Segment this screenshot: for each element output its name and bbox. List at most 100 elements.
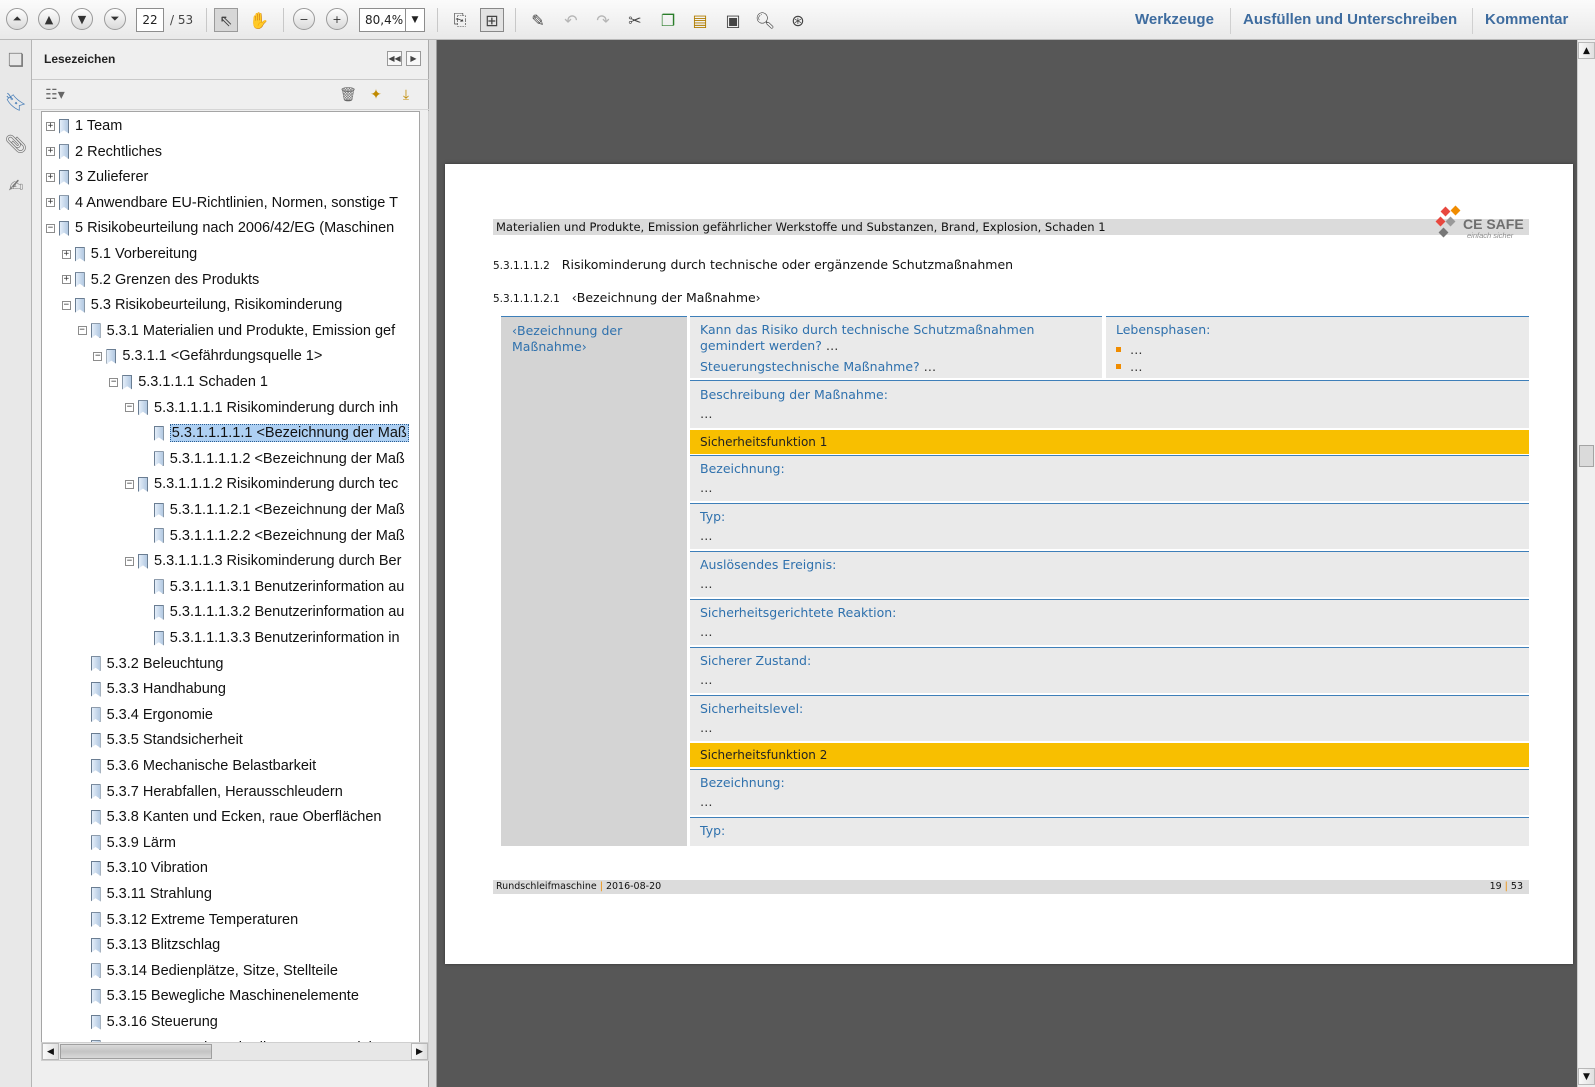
bookmark-item[interactable]: 5.3.16 Steuerung	[78, 1010, 218, 1034]
select-tool-icon[interactable]: ⇖	[214, 8, 238, 32]
bookmark-item[interactable]: +4 Anwendbare EU-Richtlinien, Normen, so…	[46, 191, 398, 215]
collapse-icon[interactable]: −	[61, 300, 71, 310]
fill-sign-button[interactable]: Ausfüllen und Unterschreiben	[1243, 11, 1457, 28]
bookmark-item[interactable]: +3 Zulieferer	[46, 165, 148, 189]
measure-name-field[interactable]: ‹Bezeichnung der Maßnahme›	[512, 323, 672, 355]
find-binoculars-icon[interactable]: ⊛	[786, 8, 810, 32]
expand-icon[interactable]: +	[61, 249, 71, 259]
bookmark-item[interactable]: − 5 Risikobeurteilung nach 2006/42/EG (Ma…	[46, 216, 394, 240]
lifecycle-phase-item[interactable]: …	[1116, 342, 1143, 357]
bookmark-item[interactable]: 5.3.3 Handhabung	[78, 677, 226, 701]
last-page-icon[interactable]: ⏷	[104, 8, 126, 30]
bookmark-item[interactable]: 5.3.15 Bewegliche Maschinenelemente	[78, 984, 359, 1008]
fit-page-icon[interactable]: ⊞	[480, 8, 504, 32]
bookmarks-horizontal-scrollbar[interactable]: ◀ ▶	[41, 1042, 429, 1061]
sf1-trigger-value[interactable]: …	[700, 576, 713, 591]
pane-splitter[interactable]	[429, 40, 437, 1087]
hand-tool-icon[interactable]: ✋	[247, 8, 271, 32]
scrollbar-thumb[interactable]	[60, 1044, 212, 1059]
bookmark-item[interactable]: 5.3.14 Bedienplätze, Sitze, Stellteile	[78, 959, 338, 983]
expand-icon[interactable]: +	[46, 172, 55, 182]
sf1-designation-value[interactable]: …	[700, 480, 713, 495]
paste-icon[interactable]: ▤	[688, 8, 712, 32]
expand-icon[interactable]: +	[46, 121, 55, 131]
zoom-input[interactable]: 80,4%	[359, 8, 406, 32]
scroll-right-icon[interactable]: ▶	[411, 1043, 428, 1060]
comment-button[interactable]: Kommentar	[1485, 11, 1568, 28]
bookmark-item[interactable]: 5.3.13 Blitzschlag	[78, 933, 220, 957]
bookmark-item[interactable]: 5.3.1.1.1.3.2 Benutzerinformation au	[141, 600, 404, 624]
bookmark-item[interactable]: 5.3.7 Herabfallen, Herausschleudern	[78, 780, 343, 804]
zoom-out-icon[interactable]: −	[293, 8, 315, 30]
collapse-panel-icon[interactable]: ◀◀	[387, 51, 402, 66]
attachments-icon[interactable]: 📎︎	[5, 132, 28, 156]
bookmark-item[interactable]: 5.3.10 Vibration	[78, 856, 208, 880]
bookmark-item[interactable]: − 5.3 Risikobeurteilung, Risikominderung	[61, 293, 342, 317]
bookmark-item[interactable]: − 5.3.1.1.1.2 Risikominderung durch tec	[125, 472, 398, 496]
bookmark-item[interactable]: 5.3.1.1.1.3.3 Benutzerinformation in	[141, 626, 400, 650]
bookmark-item[interactable]: +5.2 Grenzen des Produkts	[61, 268, 259, 292]
bookmark-item[interactable]: 5.3.1.1.1.3.1 Benutzerinformation au	[141, 575, 404, 599]
expand-icon[interactable]: +	[61, 275, 71, 285]
sf1-reaction-value[interactable]: …	[700, 624, 713, 639]
bookmark-item[interactable]: 5.3.12 Extreme Temperaturen	[78, 908, 298, 932]
bookmark-item[interactable]: 5.3.5 Standsicherheit	[78, 728, 243, 752]
page-number-input[interactable]: 22	[136, 8, 164, 32]
scrollbar-thumb[interactable]	[1579, 445, 1594, 467]
search-icon[interactable]: 🔍︎	[753, 8, 777, 32]
first-page-icon[interactable]: ⏶	[6, 8, 28, 30]
collapse-icon[interactable]: −	[93, 351, 103, 361]
cut-icon[interactable]: ✂	[623, 8, 647, 32]
sf1-type-value[interactable]: …	[700, 528, 713, 543]
expand-icon[interactable]: +	[46, 198, 55, 208]
collapse-icon[interactable]: −	[46, 223, 55, 233]
panel-options-icon[interactable]: ▶	[406, 51, 421, 66]
bookmark-item[interactable]: 5.3.1.1.1.2.1 <Bezeichnung der Maß	[141, 498, 405, 522]
bookmark-item[interactable]: − 5.3.1.1.1 Schaden 1	[109, 370, 268, 394]
bookmark-item[interactable]: +1 Team	[46, 114, 122, 138]
bookmark-item[interactable]: 5.3.1.1.1.1.2 <Bezeichnung der Maß	[141, 447, 405, 471]
signatures-icon[interactable]: ✍	[5, 174, 27, 198]
sf1-safe-state-value[interactable]: …	[700, 672, 713, 687]
bookmark-item[interactable]: − 5.3.1.1.1.3 Risikominderung durch Ber	[125, 549, 401, 573]
snapshot-icon[interactable]: ▣	[721, 8, 745, 32]
bookmark-item[interactable]: 5.3.8 Kanten und Ecken, raue Oberflächen	[78, 805, 381, 829]
bookmark-item[interactable]: 5.3.11 Strahlung	[78, 882, 212, 906]
bookmark-item[interactable]: − 5.3.1.1 <Gefährdungsquelle 1>	[93, 344, 322, 368]
scroll-down-icon[interactable]: ▼	[1578, 1068, 1595, 1085]
scroll-left-icon[interactable]: ◀	[42, 1043, 59, 1060]
document-vertical-scrollbar[interactable]: ▲ ▼	[1577, 40, 1595, 1087]
delete-bookmark-icon[interactable]: 🗑︎	[338, 85, 358, 105]
collapse-icon[interactable]: −	[125, 556, 134, 566]
bookmark-item[interactable]: 5.3.4 Ergonomie	[78, 703, 213, 727]
bookmark-item[interactable]: 5.3.1.1.1.2.2 <Bezeichnung der Maß	[141, 524, 405, 548]
sf2-designation-value[interactable]: …	[700, 794, 713, 809]
tools-button[interactable]: Werkzeuge	[1135, 11, 1214, 28]
spell-check-icon[interactable]: ✎	[526, 8, 550, 32]
bookmark-item[interactable]: − 5.3.1 Materialien und Produkte, Emissio…	[77, 319, 395, 343]
sf1-level-value[interactable]: …	[700, 720, 713, 735]
expand-icon[interactable]: +	[46, 147, 55, 157]
bookmark-item[interactable]: 5.3.6 Mechanische Belastbarkeit	[78, 754, 316, 778]
bookmark-options-icon[interactable]: ☷▾	[42, 85, 68, 105]
collapse-icon[interactable]: −	[109, 377, 119, 387]
collapse-icon[interactable]: −	[125, 479, 134, 489]
bookmark-item[interactable]: 5.3.2 Beleuchtung	[78, 652, 224, 676]
bookmark-item[interactable]: 5.3.9 Lärm	[78, 831, 176, 855]
zoom-in-icon[interactable]: +	[326, 8, 348, 30]
expand-bookmark-icon[interactable]: ⤓	[396, 85, 416, 105]
undo-icon[interactable]: ↶	[559, 8, 583, 32]
bookmark-item[interactable]: +2 Rechtliches	[46, 140, 162, 164]
collapse-icon[interactable]: −	[125, 403, 134, 413]
description-value[interactable]: …	[700, 406, 713, 421]
bookmark-item[interactable]: − 5.3.1.1.1.1 Risikominderung durch inh	[125, 396, 398, 420]
page-thumbnails-icon[interactable]: ❏	[5, 48, 27, 72]
bookmark-item[interactable]: 5.3.1.1.1.1.1 <Bezeichnung der Maß	[141, 421, 409, 445]
risk-question-field[interactable]: Kann das Risiko durch technische Schutzm…	[700, 322, 1090, 354]
control-measure-field[interactable]: Steuerungstechnische Maßnahme? …	[700, 359, 936, 375]
next-page-icon[interactable]: ▼	[71, 8, 93, 30]
collapse-icon[interactable]: −	[77, 326, 87, 336]
bookmarks-icon[interactable]: 🔖︎	[5, 90, 28, 114]
scroll-mode-icon[interactable]: ⎘	[448, 8, 472, 32]
previous-page-icon[interactable]: ▲	[38, 8, 60, 30]
